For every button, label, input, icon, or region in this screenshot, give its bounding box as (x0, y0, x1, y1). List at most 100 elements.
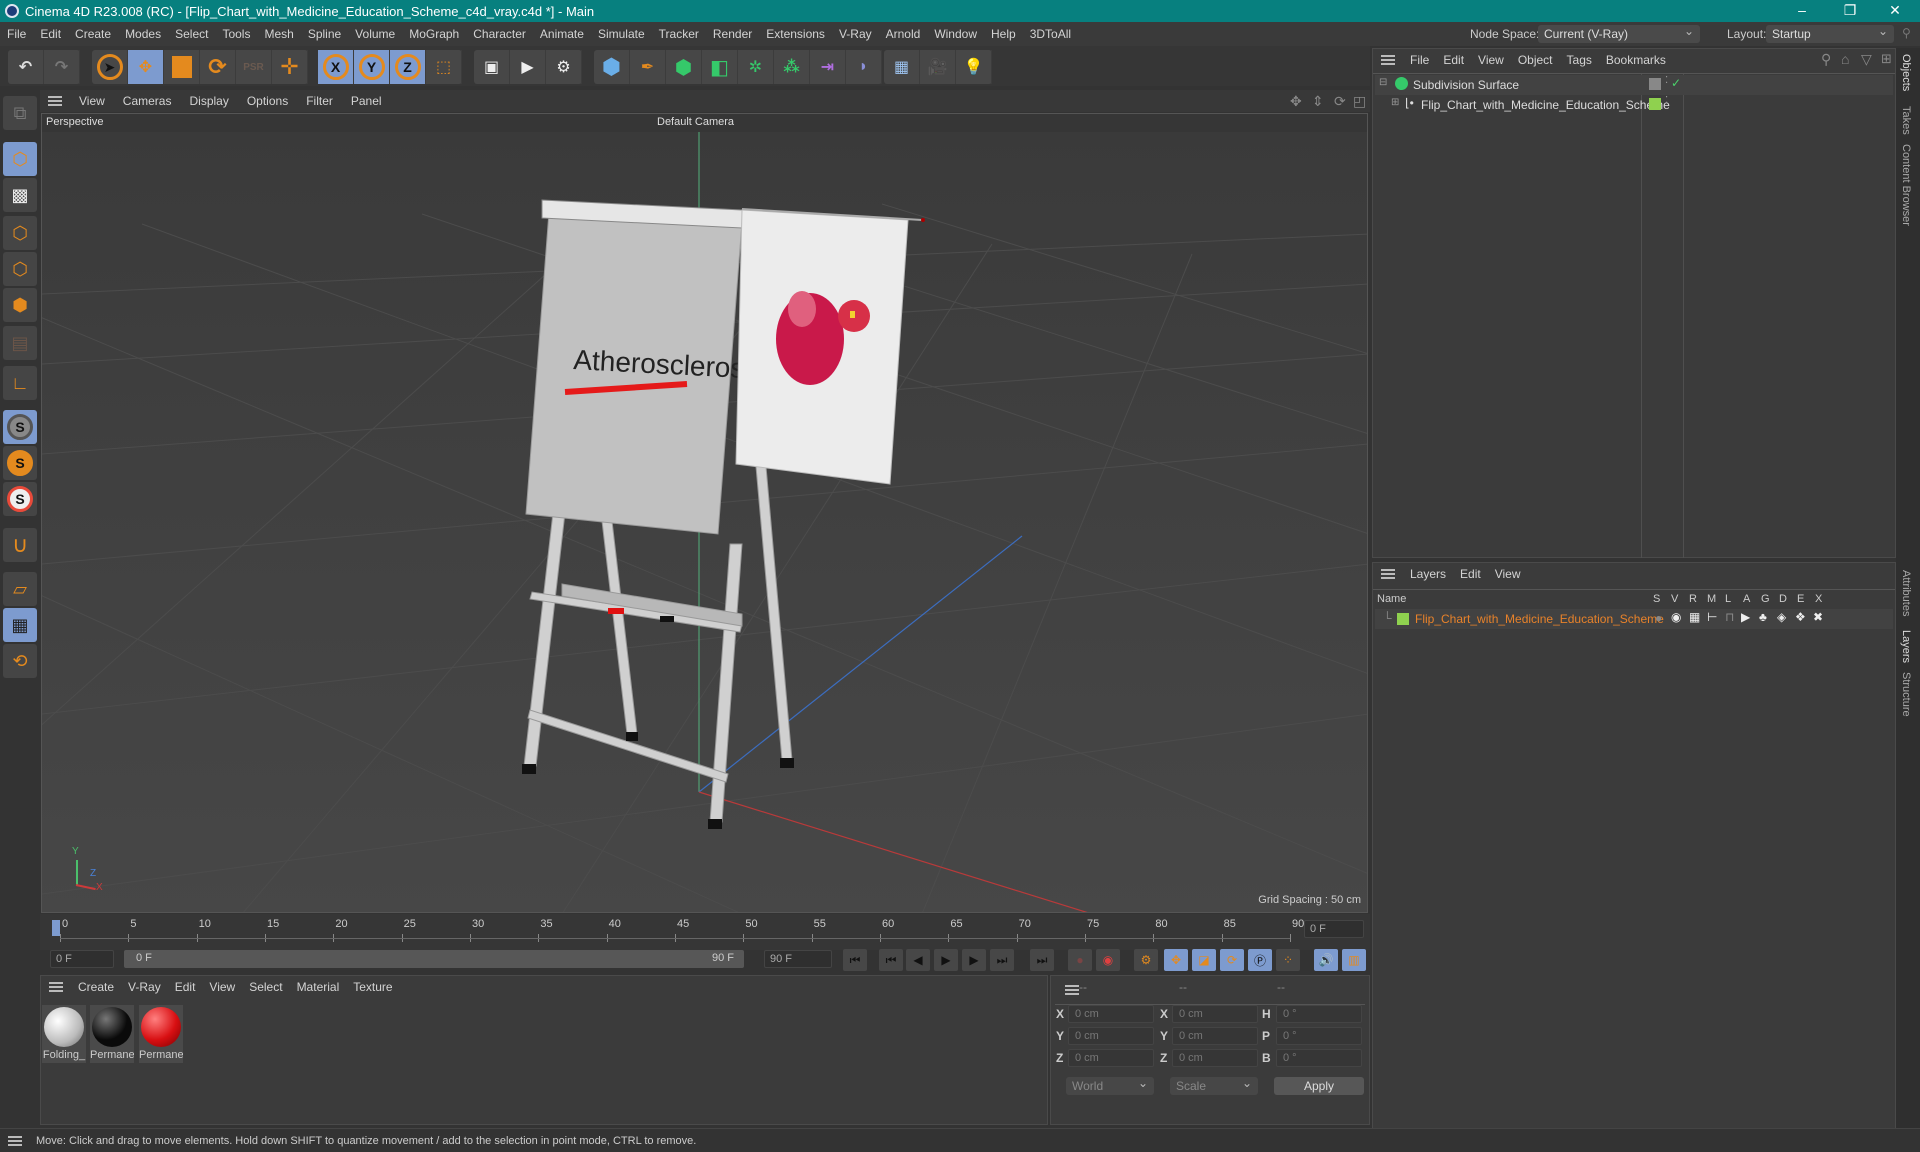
tab-structure[interactable]: Structure (1900, 672, 1912, 717)
filter-icon[interactable]: ▽ (1861, 51, 1872, 68)
layer-column-header[interactable]: A (1743, 593, 1750, 605)
xref-icon[interactable]: ✖ (1813, 610, 1823, 624)
pen-icon[interactable]: ✒ (630, 50, 666, 84)
menu-volume[interactable]: Volume (348, 27, 402, 41)
extrude-icon[interactable]: ◧ (702, 50, 738, 84)
frame-range-slider[interactable]: 0 F 90 F (124, 950, 744, 968)
menu-edit[interactable]: Edit (33, 27, 68, 41)
layer-menu-edit[interactable]: Edit (1453, 567, 1488, 581)
obj-menu-tags[interactable]: Tags (1560, 53, 1599, 67)
restore-button[interactable]: ❐ (1830, 0, 1870, 22)
vp-menu-options[interactable]: Options (238, 94, 297, 108)
objects-menu-icon[interactable] (1381, 55, 1395, 65)
vp-menu-display[interactable]: Display (180, 94, 237, 108)
vp-menu-panel[interactable]: Panel (342, 94, 391, 108)
obj-menu-object[interactable]: Object (1511, 53, 1560, 67)
render-view-icon[interactable]: ▣ (474, 50, 510, 84)
coord-field[interactable]: 0 cm (1172, 1027, 1258, 1045)
layer-column-header[interactable]: D (1779, 593, 1787, 605)
lock-icon[interactable]: ⊓ (1725, 610, 1734, 624)
vp-menu-filter[interactable]: Filter (297, 94, 342, 108)
close-button[interactable]: ✕ (1875, 0, 1915, 22)
menu-window[interactable]: Window (927, 27, 984, 41)
vp-menu-view[interactable]: View (70, 94, 114, 108)
camera-name[interactable]: Default Camera (657, 116, 734, 128)
start-frame-field[interactable]: 0 F (50, 950, 114, 968)
polygon-mode-icon[interactable]: ⬢ (3, 288, 37, 322)
obj-menu-edit[interactable]: Edit (1436, 53, 1471, 67)
camera-icon[interactable]: 🎥 (920, 50, 956, 84)
mat-menu-material[interactable]: Material (290, 980, 347, 994)
key-pla-icon[interactable]: ⁘ (1276, 949, 1300, 971)
menu-create[interactable]: Create (68, 27, 118, 41)
expressions-icon[interactable]: ❖ (1795, 610, 1806, 624)
maximize-view-icon[interactable]: ◰ (1353, 93, 1366, 110)
pan-view-icon[interactable]: ✥ (1290, 93, 1302, 110)
menu-file[interactable]: File (0, 27, 33, 41)
snap-settings-icon[interactable]: S (3, 446, 37, 480)
coord-field[interactable]: 0 cm (1172, 1049, 1258, 1067)
obj-menu-bookmarks[interactable]: Bookmarks (1599, 53, 1673, 67)
coord-menu-icon[interactable] (1065, 985, 1079, 995)
layer-column-header[interactable]: E (1797, 593, 1804, 605)
end-frame-field[interactable]: 90 F (764, 950, 832, 968)
manager-icon[interactable]: ⊢ (1707, 610, 1717, 624)
z-axis-icon[interactable]: Z (390, 50, 426, 84)
menu-tracker[interactable]: Tracker (652, 27, 706, 41)
material-menu-icon[interactable] (49, 982, 63, 992)
apply-button[interactable]: Apply (1274, 1077, 1364, 1095)
layout-dropdown[interactable]: Startup (1766, 22, 1894, 43)
playhead[interactable] (52, 920, 60, 936)
solo-icon[interactable]: ● (1655, 611, 1662, 625)
material-swatch[interactable]: Permane (90, 1005, 134, 1063)
coord-field[interactable]: 0 ° (1276, 1005, 1362, 1023)
material-swatch[interactable]: Folding_ (42, 1005, 86, 1063)
workplane-rotate-icon[interactable]: ⟲ (3, 644, 37, 678)
editor-toggle-icon[interactable] (1649, 78, 1661, 90)
edge-mode-icon[interactable]: ⬡ (3, 252, 37, 286)
snap-enable-icon[interactable]: S (3, 482, 37, 516)
node-space-dropdown[interactable]: Current (V-Ray) (1538, 22, 1700, 43)
mat-menu-texture[interactable]: Texture (346, 980, 399, 994)
menu-tools[interactable]: Tools (215, 27, 257, 41)
autokey-icon[interactable]: ◉ (1096, 949, 1120, 971)
search-icon[interactable]: ⚲ (1821, 51, 1831, 68)
mat-menu-create[interactable]: Create (71, 980, 121, 994)
texture-mode-icon[interactable]: ▩ (3, 178, 37, 212)
render-icon[interactable]: ▦ (1689, 610, 1700, 624)
animation-icon[interactable]: ▶ (1741, 610, 1750, 624)
key-scale-icon[interactable]: ◪ (1192, 949, 1216, 971)
layer-column-header[interactable]: G (1761, 593, 1770, 605)
coord-field[interactable]: 0 cm (1068, 1005, 1154, 1023)
magnet-icon[interactable]: ∪ (3, 528, 37, 562)
snap-icon[interactable]: S (3, 410, 37, 444)
next-key-button[interactable]: ⏭ (990, 949, 1014, 971)
deformers-icon[interactable]: ◈ (1777, 610, 1786, 624)
axis-mode-icon[interactable]: ∟ (3, 366, 37, 400)
prev-key-button[interactable]: ⏮ (879, 949, 903, 971)
visible-icon[interactable]: ◉ (1671, 610, 1681, 624)
array-icon[interactable]: ⁂ (774, 50, 810, 84)
tab-attributes[interactable]: Attributes (1900, 570, 1912, 616)
coord-mode-dropdown[interactable]: Scale (1170, 1074, 1258, 1095)
menu-extensions[interactable]: Extensions (759, 27, 832, 41)
go-to-start-button[interactable]: ⏮ (843, 949, 867, 971)
generators-icon[interactable]: ♣ (1759, 610, 1767, 624)
cloner-icon[interactable]: ✲ (738, 50, 774, 84)
locked-workplane-icon[interactable]: ▦ (3, 608, 37, 642)
coord-field[interactable]: 0 ° (1276, 1049, 1362, 1067)
scale-icon[interactable] (164, 50, 200, 84)
play-button[interactable]: ▶ (934, 949, 958, 971)
new-window-icon[interactable]: ⊞ (1881, 51, 1892, 67)
timeline-icon[interactable]: ▥ (1342, 949, 1366, 971)
layer-menu-view[interactable]: View (1488, 567, 1528, 581)
keyframe-selection-icon[interactable]: ⚙ (1134, 949, 1158, 971)
layer-column-header[interactable]: X (1815, 593, 1822, 605)
coord-space-dropdown[interactable]: World (1066, 1074, 1154, 1095)
layer-column-header[interactable]: L (1725, 593, 1731, 605)
material-swatch[interactable]: Permane (139, 1005, 183, 1063)
move-icon[interactable]: ✥ (128, 50, 164, 84)
mat-menu-select[interactable]: Select (242, 980, 289, 994)
minimize-button[interactable]: – (1782, 0, 1822, 22)
mat-menu-edit[interactable]: Edit (168, 980, 203, 994)
